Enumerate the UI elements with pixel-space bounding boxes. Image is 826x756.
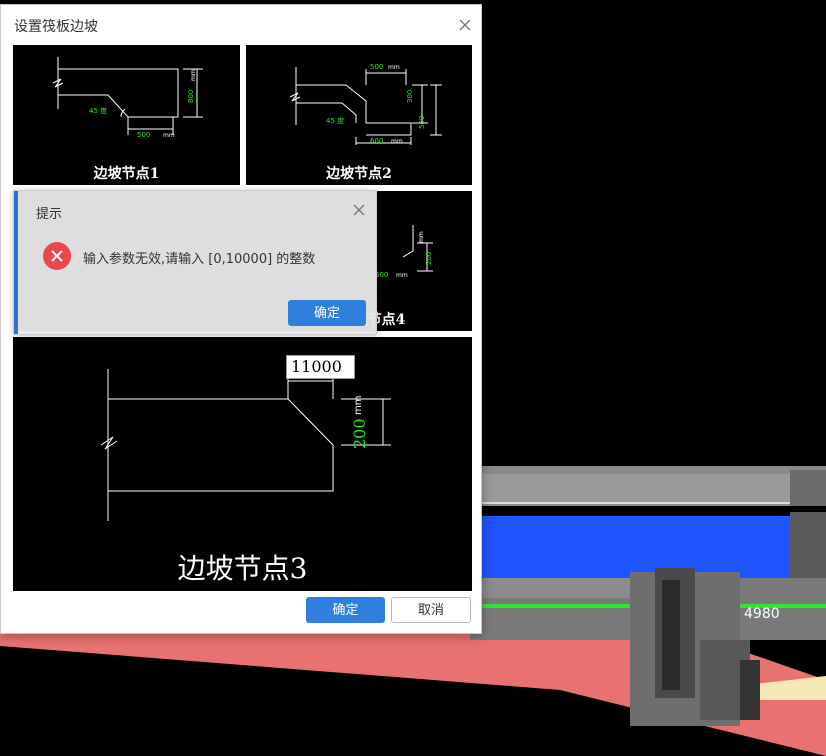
slope-node-2-caption: 边坡节点2	[326, 166, 392, 182]
svg-text:200: 200	[425, 252, 433, 265]
svg-text:45 度: 45 度	[89, 106, 107, 115]
slope-node-3-preview: 200 mm 边坡节点3	[13, 337, 472, 591]
svg-text:mm: mm	[163, 132, 175, 139]
slab-blue	[470, 516, 800, 578]
width-input-field[interactable]: 11000	[286, 355, 355, 379]
svg-text:300: 300	[406, 90, 414, 103]
slope-node-3-caption: 边坡节点3	[177, 552, 308, 585]
slope-node-2-panel[interactable]: 500 45 度 300 500 600 mm mm 边坡节点2	[246, 45, 472, 185]
dialog-title: 设置筏板边坡	[14, 19, 98, 35]
svg-text:600: 600	[370, 137, 383, 145]
error-icon	[43, 242, 71, 270]
slope-node-1-panel[interactable]: 45 度 800 500 mm mm 边坡节点1	[13, 45, 240, 185]
dimension-label-4980: 4980	[744, 606, 780, 622]
svg-text:mm: mm	[391, 138, 403, 145]
alert-accent-stripe	[14, 191, 18, 334]
alert-ok-button[interactable]: 确定	[288, 300, 366, 326]
dialog-ok-button[interactable]: 确定	[306, 597, 385, 623]
alert-message: 输入参数无效,请输入 [0,10000] 的整数	[83, 252, 316, 267]
dialog-close-icon[interactable]	[458, 18, 472, 32]
error-alert-dialog: 提示 输入参数无效,请输入 [0,10000] 的整数 确定	[13, 190, 377, 335]
svg-text:mm: mm	[418, 231, 425, 243]
svg-text:mm: mm	[388, 64, 400, 71]
slope-node-1-caption: 边坡节点1	[93, 166, 160, 182]
svg-text:mm: mm	[396, 272, 408, 279]
svg-text:mm: mm	[190, 69, 197, 81]
dialog-cancel-button[interactable]: 取消	[391, 597, 471, 623]
svg-text:300: 300	[375, 271, 388, 279]
svg-text:500: 500	[137, 131, 150, 139]
svg-text:45 度: 45 度	[326, 116, 344, 125]
alert-close-icon[interactable]	[352, 203, 366, 217]
svg-text:mm: mm	[353, 396, 364, 415]
svg-text:500: 500	[370, 63, 383, 71]
svg-text:800: 800	[187, 90, 195, 103]
svg-text:500: 500	[418, 116, 426, 129]
alert-title: 提示	[36, 207, 63, 222]
svg-text:200: 200	[350, 418, 369, 449]
